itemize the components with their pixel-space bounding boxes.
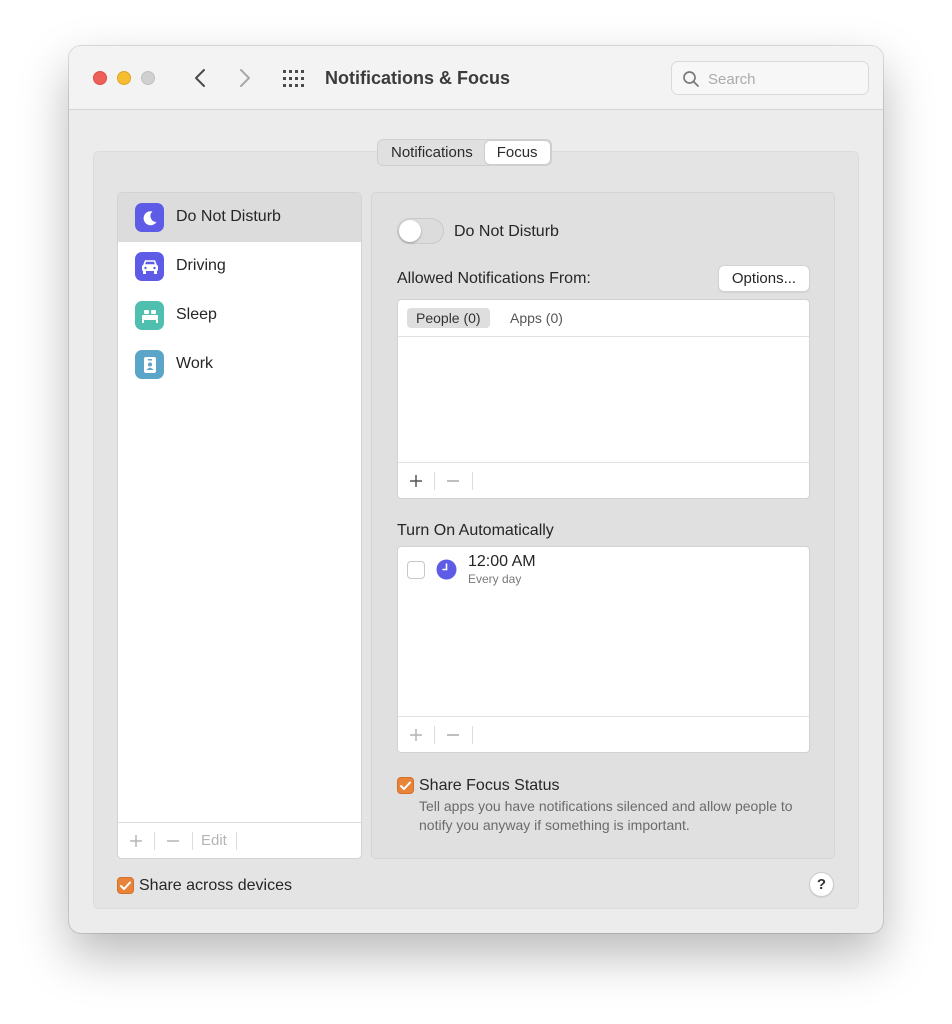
automation-box: 12:00 AM Every day	[397, 546, 810, 753]
system-preferences-window: Notifications & Focus Notifications Focu…	[69, 46, 883, 933]
share-focus-status-label: Share Focus Status	[419, 777, 560, 794]
divider	[154, 832, 155, 850]
bed-icon	[135, 301, 164, 330]
minus-icon	[447, 734, 459, 736]
focus-item-sleep[interactable]: Sleep	[118, 291, 361, 340]
back-button[interactable]	[187, 64, 213, 92]
tab-notifications[interactable]: Notifications	[379, 141, 485, 164]
focus-item-label: Driving	[176, 257, 226, 274]
plus-icon	[130, 835, 142, 847]
focus-item-do-not-disturb[interactable]: Do Not Disturb	[118, 193, 361, 242]
share-across-devices-label: Share across devices	[139, 877, 292, 894]
divider	[472, 726, 473, 744]
divider	[434, 726, 435, 744]
close-window-button[interactable]	[93, 71, 107, 85]
allowed-notifications-box: People (0) Apps (0)	[397, 299, 810, 499]
divider	[434, 472, 435, 490]
allowed-tabs: People (0) Apps (0)	[398, 300, 809, 337]
moon-icon	[135, 203, 164, 232]
search-field[interactable]	[671, 61, 869, 95]
focus-item-work[interactable]: Work	[118, 340, 361, 389]
turn-on-automatically-label: Turn On Automatically	[397, 522, 554, 539]
divider	[192, 832, 193, 850]
remove-focus-button[interactable]	[163, 830, 183, 852]
schedule-time: 12:00 AM	[468, 553, 536, 570]
tab-bar: Notifications Focus	[377, 139, 552, 166]
clock-icon	[436, 559, 457, 580]
schedule-repeat: Every day	[468, 572, 522, 586]
checkmark-icon	[400, 781, 411, 790]
schedule-checkbox[interactable]	[407, 561, 425, 579]
show-all-button[interactable]	[281, 66, 307, 90]
tab-focus[interactable]: Focus	[484, 141, 550, 164]
minus-icon	[167, 840, 179, 842]
grid-icon	[283, 69, 304, 87]
allowed-notifications-label: Allowed Notifications From:	[397, 270, 591, 287]
search-icon	[683, 71, 699, 87]
focus-detail-pane: Do Not Disturb Allowed Notifications Fro…	[371, 192, 835, 859]
car-icon	[135, 252, 164, 281]
forward-button[interactable]	[232, 64, 258, 92]
options-button[interactable]: Options...	[718, 265, 810, 292]
tab-apps[interactable]: Apps (0)	[501, 308, 572, 328]
remove-automation-button[interactable]	[443, 724, 463, 746]
focus-item-label: Sleep	[176, 306, 217, 323]
focus-list: Do Not Disturb Driving Sleep Work Edit	[117, 192, 362, 859]
add-focus-button[interactable]	[126, 830, 146, 852]
window-title: Notifications & Focus	[325, 68, 511, 88]
remove-allowed-button[interactable]	[443, 470, 463, 492]
focus-list-footer: Edit	[118, 822, 361, 858]
tab-people[interactable]: People (0)	[407, 308, 490, 328]
do-not-disturb-toggle[interactable]	[397, 218, 444, 244]
divider	[236, 832, 237, 850]
help-button[interactable]: ?	[809, 872, 834, 897]
chevron-right-icon	[240, 69, 250, 87]
zoom-window-button[interactable]	[141, 71, 155, 85]
share-focus-status-checkbox[interactable]	[397, 777, 414, 794]
add-allowed-button[interactable]	[406, 470, 426, 492]
badge-icon	[135, 350, 164, 379]
title-bar: Notifications & Focus	[69, 46, 883, 110]
plus-icon	[410, 475, 422, 487]
divider	[472, 472, 473, 490]
share-across-devices-checkbox[interactable]	[117, 877, 134, 894]
edit-button[interactable]: Edit	[201, 832, 227, 850]
automation-box-footer	[398, 716, 809, 752]
focus-item-label: Work	[176, 355, 214, 372]
plus-icon	[410, 729, 422, 741]
focus-item-label: Do Not Disturb	[176, 208, 281, 225]
share-focus-status-description: Tell apps you have notifications silence…	[419, 798, 793, 833]
allowed-box-footer	[398, 462, 809, 498]
chevron-left-icon	[195, 69, 205, 87]
focus-item-driving[interactable]: Driving	[118, 242, 361, 291]
toggle-label: Do Not Disturb	[454, 223, 559, 240]
toggle-knob	[399, 220, 421, 242]
minus-icon	[447, 480, 459, 482]
minimize-window-button[interactable]	[117, 71, 131, 85]
add-automation-button[interactable]	[406, 724, 426, 746]
search-input[interactable]	[708, 69, 858, 89]
checkmark-icon	[120, 881, 131, 890]
